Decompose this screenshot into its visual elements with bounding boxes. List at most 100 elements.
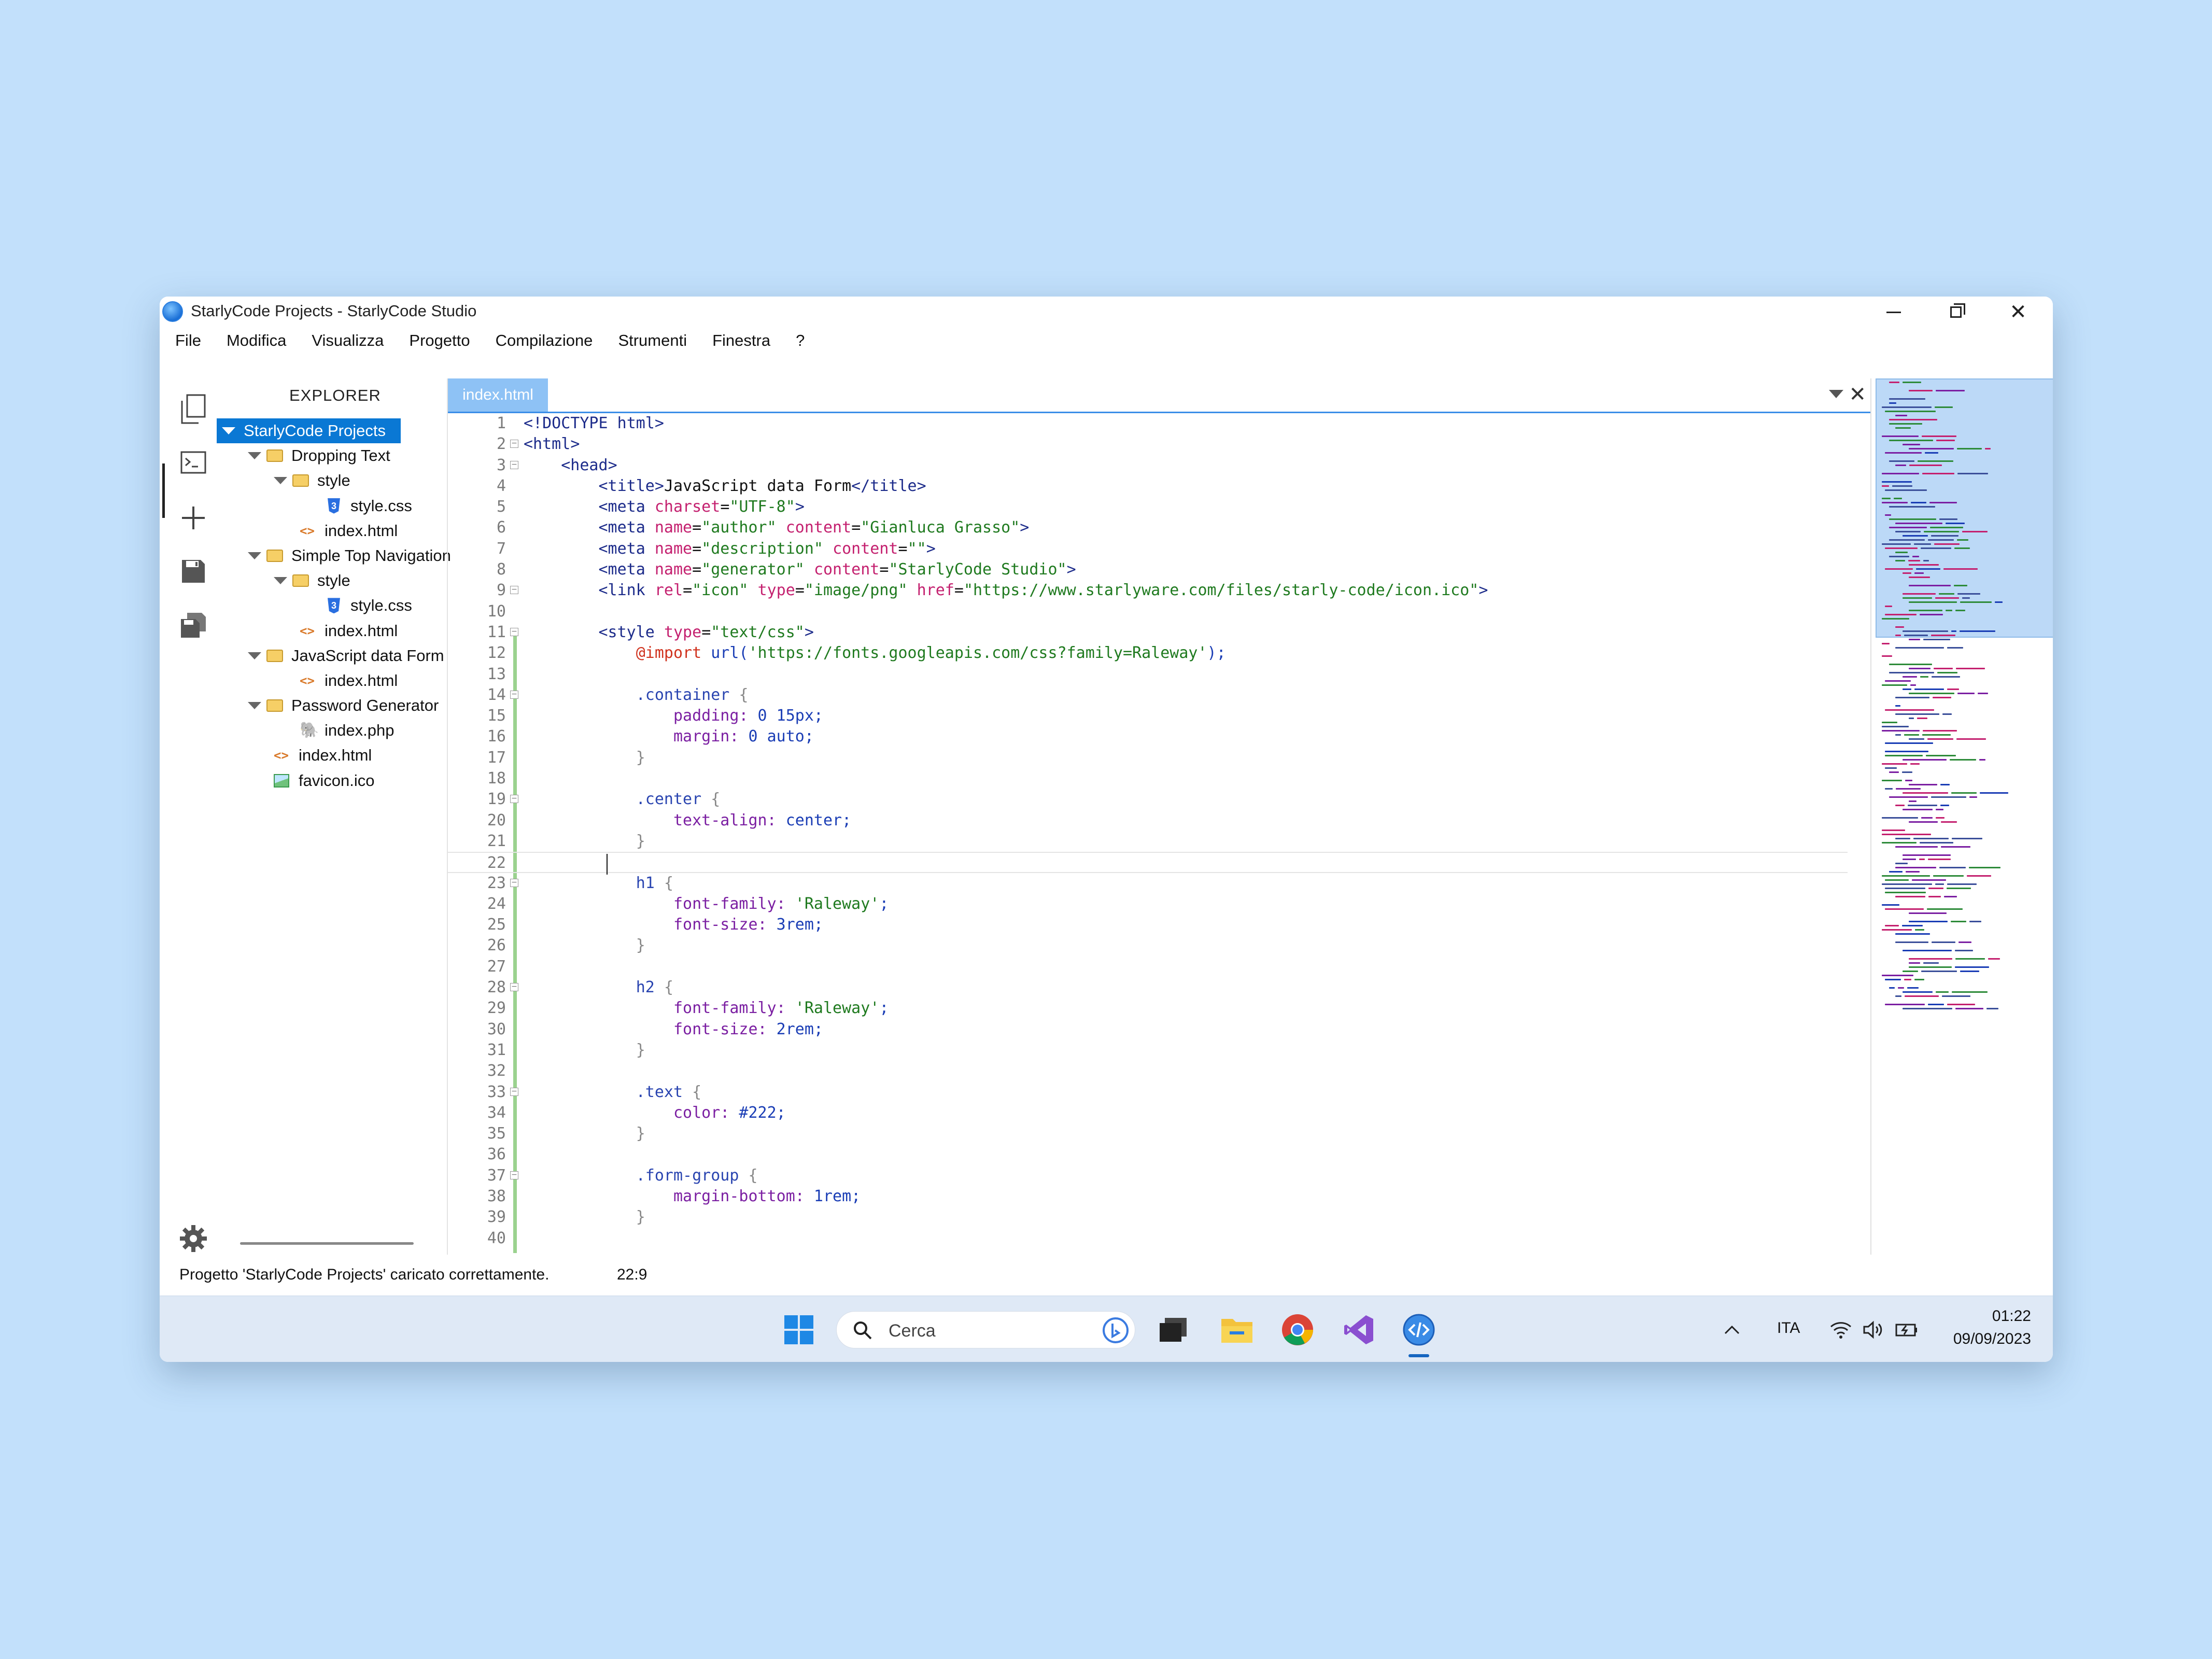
code-line[interactable]: 30 font-size: 2rem; <box>448 1019 1848 1040</box>
tree-item[interactable]: 3 style.css <box>217 494 412 518</box>
tree-item[interactable]: 🐘 index.php <box>217 718 401 743</box>
tree-expand-arrow-icon[interactable] <box>248 452 261 460</box>
chrome-icon[interactable] <box>1279 1312 1316 1348</box>
code-line[interactable]: 6 <meta name="author" content="Gianluca … <box>448 517 1848 538</box>
code-line[interactable]: 18 <box>448 768 1848 789</box>
menu-strumenti[interactable]: Strumenti <box>618 331 687 350</box>
menu-progetto[interactable]: Progetto <box>409 331 470 350</box>
code-line[interactable]: 37− .form-group { <box>448 1165 1848 1186</box>
task-view-icon[interactable] <box>1155 1312 1191 1348</box>
code-line[interactable]: 15 padding: 0 15px; <box>448 706 1848 726</box>
taskbar-search[interactable]: Cerca <box>836 1311 1135 1348</box>
file-explorer-icon[interactable] <box>1219 1312 1255 1348</box>
minimap[interactable] <box>1870 378 2053 1255</box>
code-line[interactable]: 20 text-align: center; <box>448 810 1848 831</box>
code-line[interactable]: 36 <box>448 1144 1848 1165</box>
plus-icon[interactable] <box>178 502 209 533</box>
code-line[interactable]: 35 } <box>448 1123 1848 1144</box>
fold-toggle-icon[interactable]: − <box>510 1087 518 1096</box>
code-line[interactable]: 40 <box>448 1228 1848 1249</box>
explorer-scrollbar[interactable] <box>240 1242 414 1245</box>
tree-item[interactable]: JavaScript data Form <box>217 643 444 668</box>
fold-toggle-icon[interactable]: − <box>510 627 518 636</box>
fold-toggle-icon[interactable]: − <box>510 878 518 887</box>
code-line[interactable]: 19− .center { <box>448 789 1848 810</box>
minimize-button[interactable] <box>1865 297 1922 328</box>
tree-expand-arrow-icon[interactable] <box>274 577 287 585</box>
bing-icon[interactable] <box>1102 1317 1129 1344</box>
code-line[interactable]: 2− <html> <box>448 434 1848 455</box>
code-line[interactable]: 13 <box>448 664 1848 685</box>
tree-item[interactable]: favicon.ico <box>217 768 401 793</box>
fold-toggle-icon[interactable]: − <box>510 983 518 992</box>
save-all-icon[interactable] <box>178 610 209 641</box>
visual-studio-icon[interactable] <box>1341 1312 1377 1348</box>
tree-expand-arrow-icon[interactable] <box>222 427 235 434</box>
fold-toggle-icon[interactable]: − <box>510 690 518 699</box>
fold-toggle-icon[interactable]: − <box>510 460 518 469</box>
code-line[interactable]: 4 <title>JavaScript data Form</title> <box>448 476 1848 497</box>
save-icon[interactable] <box>178 556 209 587</box>
code-line[interactable]: 14− .container { <box>448 685 1848 706</box>
code-line[interactable]: 31 } <box>448 1040 1848 1061</box>
tree-expand-arrow-icon[interactable] <box>248 702 261 710</box>
tree-expand-arrow-icon[interactable] <box>248 552 261 559</box>
tree-item[interactable]: style <box>217 568 401 593</box>
fold-toggle-icon[interactable]: − <box>510 1171 518 1179</box>
code-line[interactable]: 16 margin: 0 auto; <box>448 726 1848 747</box>
menu-compilazione[interactable]: Compilazione <box>496 331 593 350</box>
fold-toggle-icon[interactable]: − <box>510 795 518 804</box>
code-line[interactable]: 7 <meta name="description" content=""> <box>448 539 1848 559</box>
code-line[interactable]: 29 font-family: 'Raleway'; <box>448 998 1848 1019</box>
menu-modifica[interactable]: Modifica <box>227 331 286 350</box>
code-line[interactable]: 17 } <box>448 748 1848 768</box>
code-line[interactable]: 10 <box>448 601 1848 622</box>
restore-button[interactable] <box>1927 297 1984 328</box>
tree-item[interactable]: <> index.html <box>217 518 401 543</box>
code-line[interactable]: 22 <box>448 852 1848 873</box>
code-line[interactable]: 24 font-family: 'Raleway'; <box>448 894 1848 915</box>
code-line[interactable]: 11− <style type="text/css"> <box>448 622 1848 643</box>
code-line[interactable]: 8 <meta name="generator" content="Starly… <box>448 559 1848 580</box>
code-line[interactable]: 5 <meta charset="UTF-8"> <box>448 497 1848 517</box>
code-line[interactable]: 25 font-size: 3rem; <box>448 915 1848 935</box>
tree-item[interactable]: <> index.html <box>217 743 401 768</box>
tree-expand-arrow-icon[interactable] <box>248 652 261 659</box>
code-line[interactable]: 28− h2 { <box>448 977 1848 998</box>
fold-toggle-icon[interactable]: − <box>510 586 518 595</box>
code-line[interactable]: 39 } <box>448 1207 1848 1228</box>
tree-item[interactable]: Dropping Text <box>217 443 401 468</box>
code-line[interactable]: 1 <!DOCTYPE html> <box>448 413 1848 434</box>
volume-icon[interactable] <box>1861 1312 1887 1348</box>
close-window-button[interactable]: ✕ <box>1990 297 2047 328</box>
menu-help[interactable]: ? <box>796 331 805 350</box>
code-line[interactable]: 26 } <box>448 935 1848 956</box>
close-tab-icon[interactable]: ✕ <box>1849 383 1866 406</box>
code-line[interactable]: 23− h1 { <box>448 873 1848 894</box>
code-line[interactable]: 32 <box>448 1061 1848 1081</box>
tree-expand-arrow-icon[interactable] <box>274 477 287 485</box>
clock-time[interactable]: 01:22 <box>1938 1307 2031 1325</box>
chevron-up-icon[interactable] <box>1719 1312 1745 1348</box>
input-language[interactable]: ITA <box>1777 1319 1800 1337</box>
menu-file[interactable]: File <box>175 331 201 350</box>
tab-index-html[interactable]: index.html <box>448 378 548 412</box>
wifi-icon[interactable] <box>1828 1312 1854 1348</box>
gear-icon[interactable] <box>178 1223 209 1254</box>
code-line[interactable]: 38 margin-bottom: 1rem; <box>448 1186 1848 1207</box>
code-area[interactable]: 1 <!DOCTYPE html> 2− <html> 3− <head> 4 <titl… <box>448 413 1848 1253</box>
clock-date[interactable]: 09/09/2023 <box>1938 1330 2031 1348</box>
code-line[interactable]: 3− <head> <box>448 455 1848 476</box>
tree-item[interactable]: <> index.html <box>217 618 401 643</box>
minimap-viewport[interactable] <box>1876 378 2053 638</box>
terminal-icon[interactable] <box>178 447 209 478</box>
tree-item[interactable]: Password Generator <box>217 693 439 718</box>
chevron-down-icon[interactable] <box>1829 390 1843 398</box>
starlycode-studio-icon[interactable] <box>1401 1312 1437 1348</box>
windows-start-icon[interactable] <box>781 1312 817 1348</box>
tree-item[interactable]: 3 style.css <box>217 593 412 618</box>
code-line[interactable]: 33− .text { <box>448 1082 1848 1103</box>
tree-item[interactable]: StarlyCode Projects <box>217 418 401 444</box>
fold-toggle-icon[interactable]: − <box>510 440 518 448</box>
code-line[interactable]: 27 <box>448 957 1848 977</box>
